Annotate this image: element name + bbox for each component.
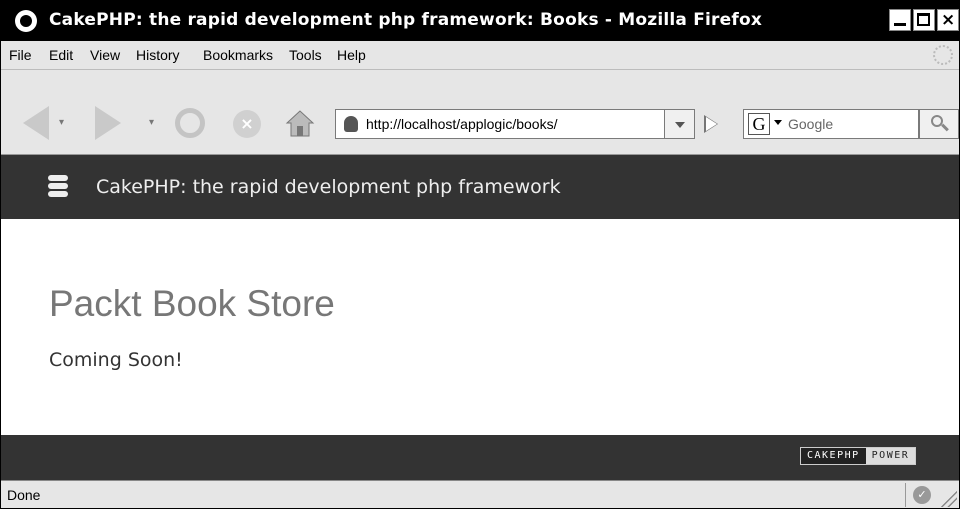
maximize-button[interactable] <box>913 9 935 31</box>
back-button[interactable] <box>23 106 49 140</box>
search-box[interactable]: G <box>743 109 919 139</box>
menu-bar: File Edit View History Bookmarks Tools H… <box>1 41 959 70</box>
page-header-title[interactable]: CakePHP: the rapid development php frame… <box>96 176 561 198</box>
status-text: Done <box>7 487 41 503</box>
menu-view[interactable]: View <box>90 47 120 63</box>
minimize-button[interactable] <box>889 9 911 31</box>
close-icon: × <box>941 10 956 30</box>
page-message: Coming Soon! <box>49 349 183 371</box>
page-heading: Packt Book Store <box>49 283 335 324</box>
forward-history-dropdown[interactable]: ▾ <box>149 117 154 128</box>
forward-button[interactable] <box>95 106 121 140</box>
web-page: CakePHP: the rapid development php frame… <box>1 155 959 480</box>
page-content: Packt Book Store Coming Soon! <box>1 219 959 435</box>
magnifier-handle <box>941 123 949 132</box>
status-divider <box>905 483 906 507</box>
google-engine-icon[interactable]: G <box>748 113 770 135</box>
power-badge-left: CAKEPHP <box>801 448 866 464</box>
reload-button[interactable] <box>175 108 205 138</box>
cakephp-logo-icon <box>48 175 68 197</box>
throbber-icon <box>933 45 953 65</box>
resize-grip-icon[interactable] <box>941 491 957 507</box>
address-bar[interactable] <box>335 109 665 139</box>
menu-help[interactable]: Help <box>337 47 366 63</box>
firefox-icon <box>15 10 37 32</box>
close-window-button[interactable]: × <box>937 9 959 31</box>
stop-button[interactable]: × <box>233 110 261 138</box>
search-engine-dropdown-icon[interactable] <box>774 120 782 125</box>
menu-history[interactable]: History <box>136 47 180 63</box>
status-bar: Done ✓ <box>1 480 959 508</box>
window-title: CakePHP: the rapid development php frame… <box>49 10 763 30</box>
page-header: CakePHP: the rapid development php frame… <box>1 155 959 219</box>
power-badge-right: POWER <box>865 448 916 464</box>
back-history-dropdown[interactable]: ▾ <box>59 117 64 128</box>
url-history-dropdown[interactable] <box>665 109 695 139</box>
home-icon <box>285 110 315 137</box>
menu-edit[interactable]: Edit <box>49 47 73 63</box>
security-check-icon[interactable]: ✓ <box>913 486 931 504</box>
menu-file[interactable]: File <box>9 47 32 63</box>
menu-tools[interactable]: Tools <box>289 47 322 63</box>
search-button[interactable] <box>919 109 959 139</box>
navigation-toolbar: ▾ ▾ × G <box>1 70 959 155</box>
title-bar: CakePHP: the rapid development php frame… <box>1 1 959 41</box>
site-favicon-icon <box>344 116 358 132</box>
go-button[interactable] <box>699 112 725 136</box>
search-input[interactable] <box>788 114 912 134</box>
url-input[interactable] <box>366 113 658 135</box>
menu-bookmarks[interactable]: Bookmarks <box>203 47 273 63</box>
home-button[interactable] <box>285 108 315 138</box>
page-footer: CAKEPHP POWER <box>1 435 959 480</box>
browser-window: CakePHP: the rapid development php frame… <box>0 0 960 509</box>
cakephp-power-badge[interactable]: CAKEPHP POWER <box>800 447 917 465</box>
